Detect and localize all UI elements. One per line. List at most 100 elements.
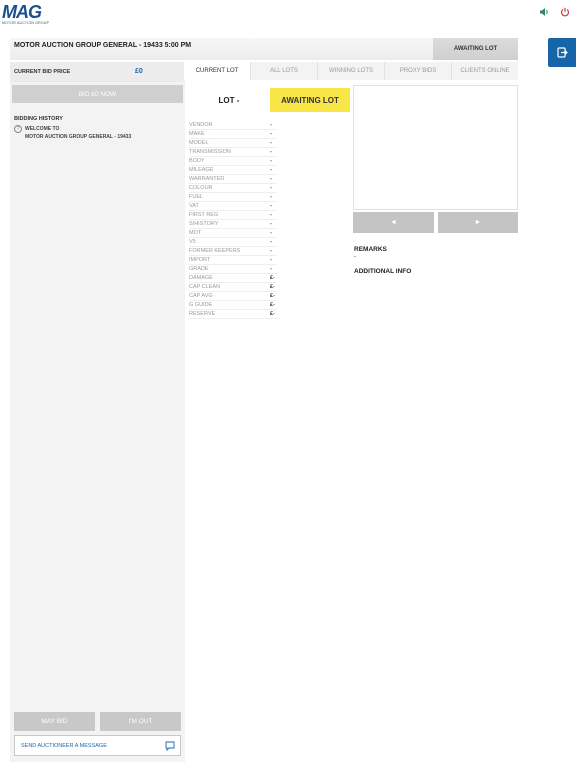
detail-row: CAP CLEAN £-: [189, 283, 277, 292]
detail-value: £-: [270, 311, 275, 317]
detail-row: FORMER KEEPERS -: [189, 247, 277, 256]
detail-value: -: [270, 158, 272, 164]
detail-key: CAP AVG: [189, 293, 213, 299]
detail-key: VAT: [189, 203, 199, 209]
lot-details-table: VENDOR - MAKE - MODEL - TRANSMISSION - BODY - MILE…: [189, 121, 277, 319]
detail-value: -: [270, 239, 272, 245]
detail-row: COLOUR -: [189, 184, 277, 193]
detail-value: -: [270, 257, 272, 263]
detail-row: RESERVE £-: [189, 310, 277, 319]
detail-value: -: [270, 122, 272, 128]
chat-icon: [165, 741, 175, 751]
detail-row: WARRANTED -: [189, 175, 277, 184]
detail-row: S/HISTORY -: [189, 220, 277, 229]
detail-row: MAKE -: [189, 130, 277, 139]
detail-value: -: [270, 194, 272, 200]
bid-now-button[interactable]: BID £0 NOW: [12, 85, 183, 103]
logout-icon: [556, 47, 568, 58]
question-icon: ?: [14, 125, 22, 133]
detail-row: V5 -: [189, 238, 277, 247]
auction-title: MOTOR AUCTION GROUP GENERAL - 19433 5:00…: [14, 42, 192, 49]
logo-subtitle: MOTOR AUCTION GROUP: [2, 21, 50, 25]
detail-key: MAKE: [189, 131, 205, 137]
bidding-history-title: BIDDING HISTORY: [14, 116, 63, 122]
auction-status-badge: AWAITING LOT: [433, 38, 518, 60]
detail-key: RESERVE: [189, 311, 216, 317]
mag-logo: MAG MOTOR AUCTION GROUP: [2, 2, 58, 25]
im-out-button[interactable]: I'M OUT: [100, 712, 181, 731]
detail-row: MOT -: [189, 229, 277, 238]
tab-proxy-bids[interactable]: PROXY BIDS: [385, 62, 452, 80]
detail-row: VENDOR -: [189, 121, 277, 130]
current-bid-value: £0: [135, 68, 143, 75]
auction-header: MOTOR AUCTION GROUP GENERAL - 19433 5:00…: [10, 38, 518, 60]
detail-value: £-: [270, 284, 275, 290]
history-entry-line1: WELCOME TO: [25, 126, 60, 132]
next-image-button[interactable]: ►: [438, 212, 518, 233]
detail-value: -: [270, 212, 272, 218]
detail-row: BODY -: [189, 157, 277, 166]
detail-row: FIRST REG -: [189, 211, 277, 220]
tab-winning-lots[interactable]: WINNING LOTS: [318, 62, 385, 80]
lot-tabs: CURRENT LOT ALL LOTS WINNING LOTS PROXY …: [184, 62, 518, 80]
detail-value: -: [270, 185, 272, 191]
detail-row: TRANSMISSION -: [189, 148, 277, 157]
detail-row: DAMAGE £-: [189, 274, 277, 283]
detail-value: -: [270, 176, 272, 182]
bidding-panel: CURRENT BID PRICE £0 BID £0 NOW BIDDING …: [10, 62, 185, 762]
detail-key: BODY: [189, 158, 205, 164]
detail-key: V5: [189, 239, 196, 245]
detail-value: -: [270, 266, 272, 272]
current-bid-row: CURRENT BID PRICE £0: [10, 62, 185, 82]
detail-row: MILEAGE -: [189, 166, 277, 175]
remarks-title: REMARKS: [354, 246, 387, 253]
detail-key: COLOUR: [189, 185, 213, 191]
send-message-button[interactable]: SEND AUCTIONEER A MESSAGE: [14, 735, 181, 756]
exit-button[interactable]: [548, 38, 576, 67]
detail-value: -: [270, 248, 272, 254]
detail-value: £-: [270, 302, 275, 308]
speaker-icon[interactable]: [538, 6, 550, 18]
detail-key: TRANSMISSION: [189, 149, 231, 155]
lot-number: LOT -: [218, 95, 240, 105]
detail-row: G GUIDE £-: [189, 301, 277, 310]
detail-value: -: [270, 203, 272, 209]
tab-all-lots[interactable]: ALL LOTS: [251, 62, 318, 80]
arrow-right-icon: ►: [474, 219, 482, 226]
detail-value: -: [270, 221, 272, 227]
detail-key: MILEAGE: [189, 167, 214, 173]
detail-key: CAP CLEAN: [189, 284, 221, 290]
detail-key: MODEL: [189, 140, 209, 146]
may-bid-button[interactable]: MAY BID: [14, 712, 95, 731]
detail-key: MOT: [189, 230, 202, 236]
detail-key: FUEL: [189, 194, 204, 200]
detail-row: MODEL -: [189, 139, 277, 148]
detail-key: WARRANTED: [189, 176, 225, 182]
detail-row: GRADE -: [189, 265, 277, 274]
detail-key: G GUIDE: [189, 302, 213, 308]
detail-row: CAP AVG £-: [189, 292, 277, 301]
detail-key: FIRST REG: [189, 212, 219, 218]
detail-key: FORMER KEEPERS: [189, 248, 241, 254]
detail-key: S/HISTORY: [189, 221, 219, 227]
lot-status-badge: AWAITING LOT: [270, 88, 350, 112]
detail-row: IMPORT -: [189, 256, 277, 265]
tab-clients-online[interactable]: CLIENTS ONLINE: [452, 62, 518, 80]
top-bar: MAG MOTOR AUCTION GROUP: [0, 0, 576, 38]
vehicle-image: [353, 85, 518, 210]
detail-value: -: [270, 167, 272, 173]
detail-value: £-: [270, 293, 275, 299]
tab-current-lot[interactable]: CURRENT LOT: [184, 62, 251, 80]
arrow-left-icon: ◄: [390, 219, 397, 226]
detail-row: VAT -: [189, 202, 277, 211]
previous-image-button[interactable]: ◄: [353, 212, 434, 233]
detail-row: FUEL -: [189, 193, 277, 202]
detail-value: -: [270, 131, 272, 137]
additional-info-title: ADDITIONAL INFO: [354, 268, 412, 275]
logo-text: MAG: [2, 2, 42, 22]
power-icon[interactable]: [559, 6, 571, 18]
send-message-label: SEND AUCTIONEER A MESSAGE: [21, 743, 107, 749]
detail-value: £-: [270, 275, 275, 281]
detail-key: VENDOR: [189, 122, 213, 128]
history-entry-line2: MOTOR AUCTION GROUP GENERAL - 19433: [25, 134, 132, 140]
